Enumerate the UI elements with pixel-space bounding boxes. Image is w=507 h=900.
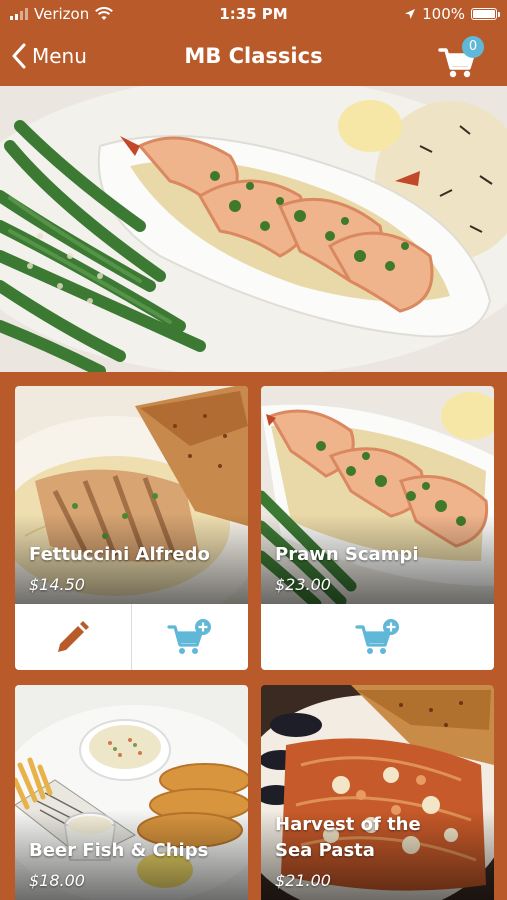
menu-item-card[interactable]: Fettuccini Alfredo $14.50 [15,386,248,670]
food-image[interactable]: Beer Fish & Chips $18.00 [15,685,248,900]
page-title: MB Classics [184,44,323,68]
nav-bar: Menu MB Classics 0 [0,30,507,86]
pencil-icon [58,621,89,652]
food-image[interactable]: Fettuccini Alfredo $14.50 [15,386,248,604]
battery-percent: 100% [422,5,465,23]
food-image[interactable]: Prawn Scampi $23.00 [261,386,494,604]
status-right: 100% [404,5,500,23]
add-to-cart-button[interactable] [131,604,248,670]
hero-image [0,86,507,372]
add-to-cart-icon [354,619,399,654]
add-to-cart-icon [167,619,211,654]
battery-icon [471,8,500,20]
item-name: Beer Fish & Chips [29,840,209,861]
item-price: $14.50 [29,575,85,594]
status-bar: Verizon 1:35 PM 100% [0,0,507,30]
item-price: $23.00 [275,575,331,594]
add-to-cart-button[interactable] [261,604,494,670]
menu-item-card[interactable]: Prawn Scampi $23.00 [261,386,494,670]
menu-item-card[interactable]: Beer Fish & Chips $18.00 [15,685,248,900]
cart-button[interactable]: 0 [438,36,488,80]
edit-button[interactable] [15,604,131,670]
card-actions [15,604,248,670]
item-name: Prawn Scampi [275,544,419,565]
location-arrow-icon [405,9,416,19]
battery-fill [473,10,495,18]
item-name: Harvest of the Sea Pasta [275,812,421,864]
item-name: Fettuccini Alfredo [29,544,210,565]
item-name-line-1: Harvest of the [275,814,421,835]
card-actions [261,604,494,670]
item-price: $21.00 [275,871,331,890]
food-image[interactable]: Harvest of the Sea Pasta $21.00 [261,685,494,900]
cart-count-badge: 0 [462,36,484,58]
item-price: $18.00 [29,871,85,890]
item-name-line-2: Sea Pasta [275,840,375,861]
menu-item-card[interactable]: Harvest of the Sea Pasta $21.00 [261,685,494,900]
